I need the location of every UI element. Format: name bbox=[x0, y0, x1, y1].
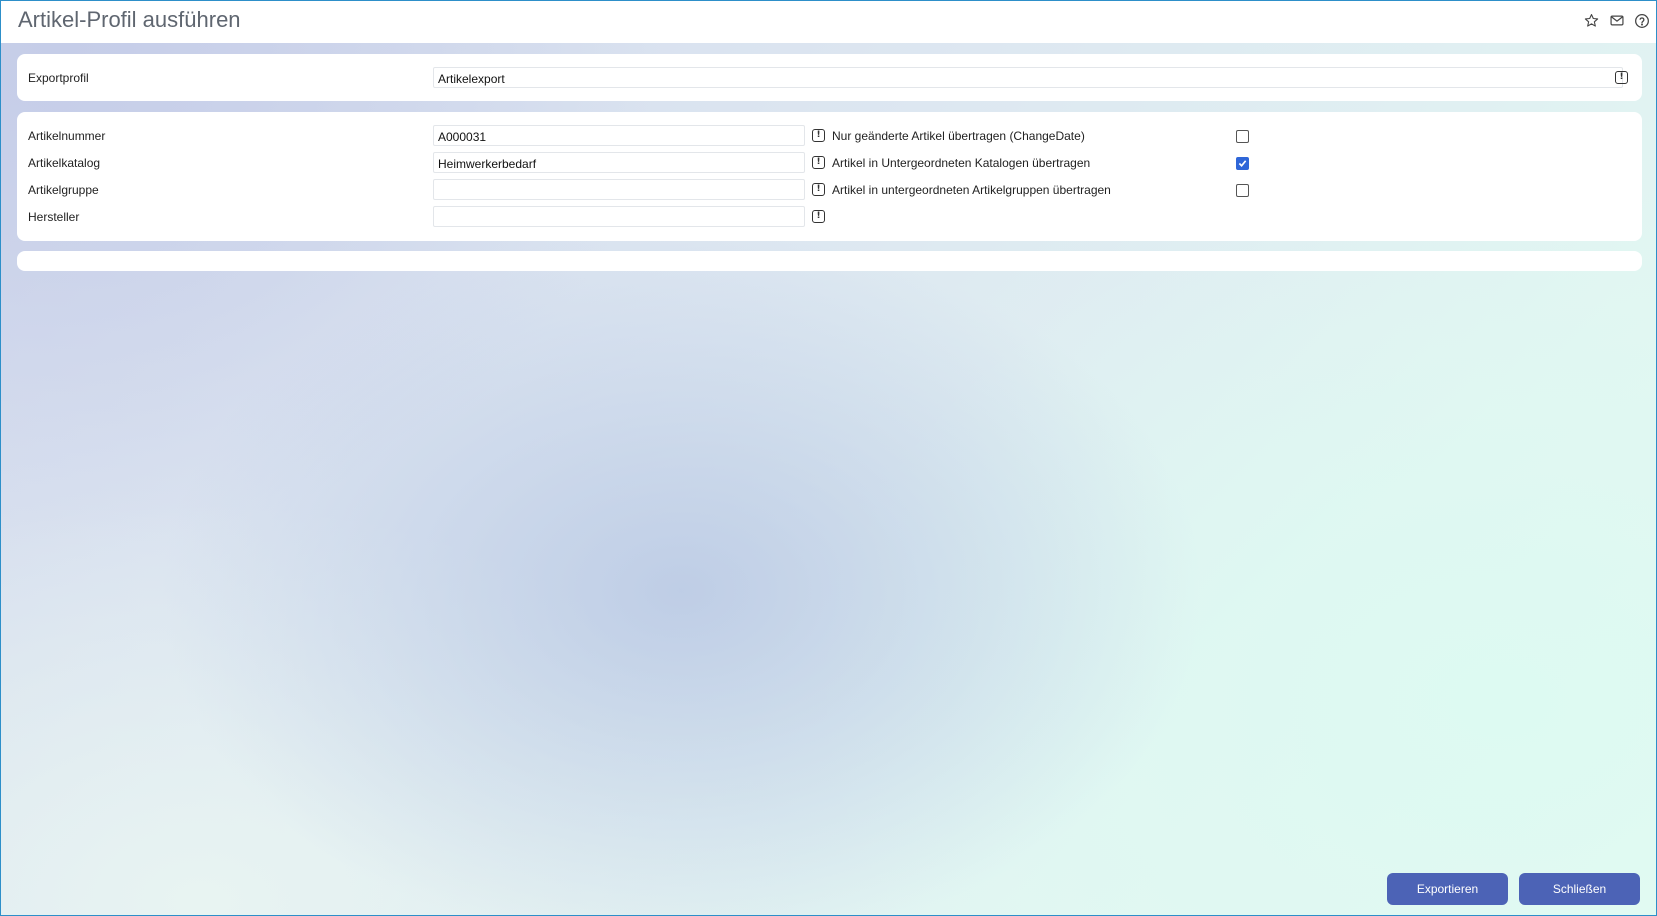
option-changed-only-label: Nur geänderte Artikel übertragen (Change… bbox=[832, 129, 1085, 143]
app-window: Artikel-Profil ausführen Exportprofil Ar… bbox=[0, 0, 1657, 916]
close-button[interactable]: Schließen bbox=[1519, 873, 1640, 905]
export-button[interactable]: Exportieren bbox=[1387, 873, 1508, 905]
option-sub-groups-checkbox[interactable] bbox=[1236, 184, 1249, 197]
title-icon-group bbox=[1583, 12, 1650, 29]
help-icon[interactable] bbox=[1633, 12, 1650, 29]
artikelnummer-input[interactable] bbox=[433, 125, 805, 146]
profile-card: Exportprofil ! bbox=[17, 54, 1642, 101]
exportprofil-input[interactable] bbox=[433, 67, 1623, 88]
hersteller-info-icon[interactable]: ! bbox=[812, 210, 825, 223]
empty-panel bbox=[17, 251, 1642, 271]
title-bar: Artikel-Profil ausführen bbox=[1, 1, 1656, 43]
mail-icon[interactable] bbox=[1608, 12, 1625, 29]
artikelnummer-info-icon[interactable]: ! bbox=[812, 129, 825, 142]
hersteller-label: Hersteller bbox=[28, 210, 80, 224]
artikelgruppe-info-icon[interactable]: ! bbox=[812, 183, 825, 196]
star-icon[interactable] bbox=[1583, 12, 1600, 29]
page-title: Artikel-Profil ausführen bbox=[18, 7, 241, 32]
artikelnummer-label: Artikelnummer bbox=[28, 129, 106, 143]
exportprofil-label: Exportprofil bbox=[28, 71, 89, 85]
exportprofil-info-icon[interactable]: ! bbox=[1615, 71, 1628, 84]
option-sub-catalogs-label: Artikel in Untergeordneten Katalogen übe… bbox=[832, 156, 1091, 170]
option-changed-only-checkbox[interactable] bbox=[1236, 130, 1249, 143]
artikelkatalog-input[interactable] bbox=[433, 152, 805, 173]
filter-card: Artikelnummer ! Nur geänderte Artikel üb… bbox=[17, 112, 1642, 241]
artikelkatalog-label: Artikelkatalog bbox=[28, 156, 101, 170]
artikelgruppe-label: Artikelgruppe bbox=[28, 183, 99, 197]
artikelgruppe-input[interactable] bbox=[433, 179, 805, 200]
option-sub-groups-label: Artikel in untergeordneten Artikelgruppe… bbox=[832, 183, 1111, 197]
hersteller-input[interactable] bbox=[433, 206, 805, 227]
artikelkatalog-info-icon[interactable]: ! bbox=[812, 156, 825, 169]
option-sub-catalogs-checkbox[interactable] bbox=[1236, 157, 1249, 170]
